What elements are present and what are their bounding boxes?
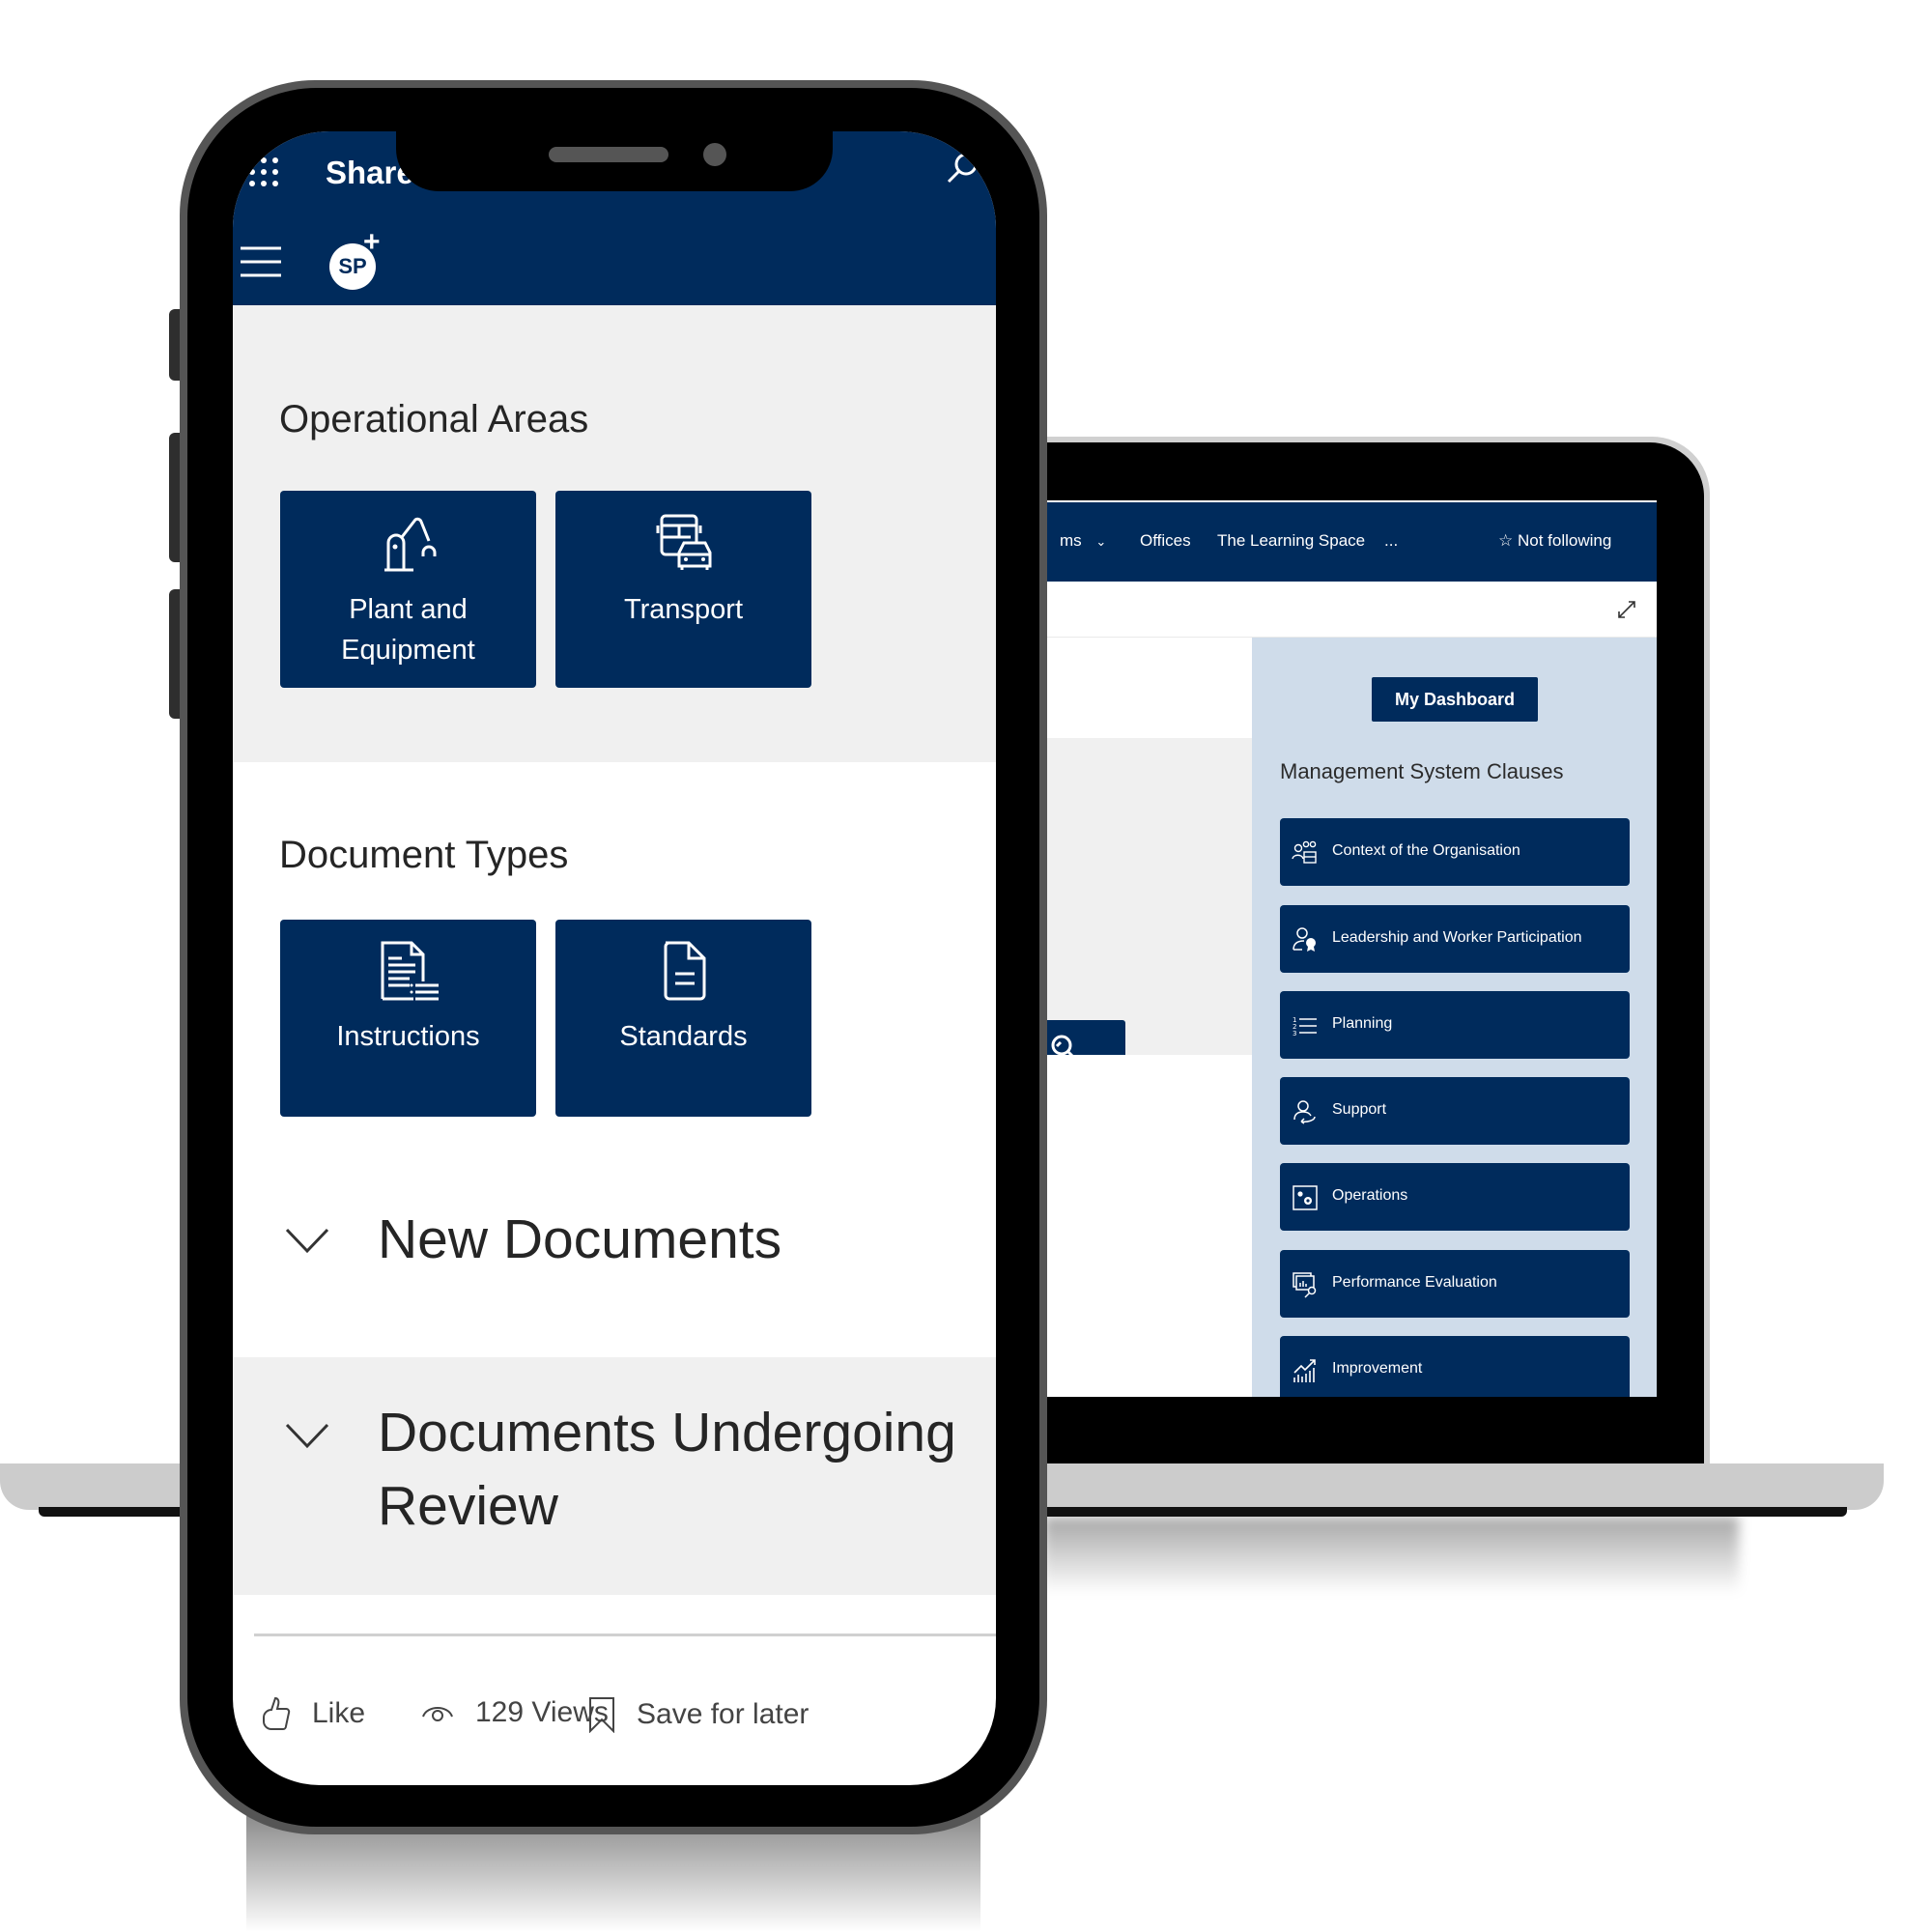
eye-icon xyxy=(422,1707,453,1721)
nav-item-learning-space[interactable]: The Learning Space xyxy=(1217,531,1365,551)
app-launcher-icon[interactable] xyxy=(246,155,281,189)
nav-item-teams[interactable]: ms ⌄ xyxy=(1060,531,1106,551)
left-column-top xyxy=(1046,638,1252,738)
numbered-list-icon: 1 2 3 xyxy=(1293,1016,1317,1037)
phone-camera xyxy=(703,143,726,166)
gears-icon xyxy=(1293,1185,1318,1210)
clause-improvement[interactable]: Improvement xyxy=(1280,1336,1630,1397)
accordion-new-documents[interactable]: New Documents xyxy=(233,1197,996,1303)
people-organisation-icon xyxy=(1292,840,1317,864)
clause-planning[interactable]: 1 2 3 Planning xyxy=(1280,991,1630,1059)
chevron-down-icon xyxy=(285,1228,329,1254)
save-for-later-button[interactable]: Save for later xyxy=(588,1696,809,1733)
operational-areas-section: Operational Areas Plant and Equipment Tr… xyxy=(233,305,996,762)
clauses-heading: Management System Clauses xyxy=(1280,759,1564,783)
my-dashboard-button[interactable]: My Dashboard xyxy=(1372,677,1538,722)
clause-performance-evaluation[interactable]: Performance Evaluation xyxy=(1280,1250,1630,1318)
svg-text:3: 3 xyxy=(1293,1030,1296,1037)
bookmark-icon xyxy=(589,1697,614,1733)
laptop-shadow xyxy=(1043,1517,1739,1594)
section-title-operational-areas: Operational Areas xyxy=(279,398,589,440)
tile-standards[interactable]: Standards xyxy=(555,920,811,1117)
chevron-down-icon xyxy=(285,1423,329,1449)
section-title-document-types: Document Types xyxy=(279,834,569,876)
clause-context-of-organisation[interactable]: Context of the Organisation xyxy=(1280,818,1630,886)
like-button[interactable]: Like xyxy=(262,1696,365,1731)
follow-button[interactable]: ☆ Not following xyxy=(1498,531,1611,551)
leader-badge-icon xyxy=(1293,927,1316,952)
tile-plant-equipment[interactable]: Plant and Equipment xyxy=(280,491,536,688)
laptop-screen: ms ⌄ Offices The Learning Space ... ☆ No… xyxy=(1046,500,1657,1397)
vehicles-icon xyxy=(656,514,712,570)
nav-more-button[interactable]: ... xyxy=(1384,531,1398,551)
site-nav-bar: ms ⌄ Offices The Learning Space ... ☆ No… xyxy=(1046,502,1657,582)
tile-instructions[interactable]: Instructions xyxy=(280,920,536,1117)
site-logo-badge: + xyxy=(363,226,381,258)
left-column-section: gement view xyxy=(1046,738,1252,1132)
hamburger-menu-icon[interactable] xyxy=(241,245,281,278)
views-count: 129 Views xyxy=(421,1696,609,1729)
thumbs-up-icon xyxy=(263,1696,291,1730)
nav-item-offices[interactable]: Offices xyxy=(1140,531,1191,551)
chart-search-icon xyxy=(1293,1272,1317,1298)
person-support-icon xyxy=(1293,1100,1316,1124)
page-footer-actions: Like 129 Views Save for later xyxy=(233,1696,996,1754)
left-column-news xyxy=(1046,1055,1252,1397)
phone-speaker xyxy=(549,147,668,162)
expand-icon[interactable] xyxy=(1616,599,1637,620)
clause-leadership[interactable]: Leadership and Worker Participation xyxy=(1280,905,1630,973)
footer-divider xyxy=(254,1634,996,1636)
document-list-icon xyxy=(381,941,439,1001)
phone-screen: Share SP + Operational Areas Plant and E… xyxy=(233,131,996,1785)
clause-operations[interactable]: Operations xyxy=(1280,1163,1630,1231)
tile-transport[interactable]: Transport xyxy=(555,491,811,688)
clause-support[interactable]: Support xyxy=(1280,1077,1630,1145)
growth-chart-icon xyxy=(1293,1359,1316,1382)
star-icon: ☆ xyxy=(1498,531,1514,550)
document-icon xyxy=(664,941,706,1001)
robot-arm-icon xyxy=(384,517,437,572)
right-panel: My Dashboard Management System Clauses C… xyxy=(1252,638,1657,1397)
accordion-documents-undergoing-review[interactable]: Documents Undergoing Review xyxy=(233,1357,996,1595)
chevron-down-icon: ⌄ xyxy=(1095,534,1107,549)
search-icon[interactable] xyxy=(946,151,980,185)
command-bar xyxy=(1046,582,1657,638)
